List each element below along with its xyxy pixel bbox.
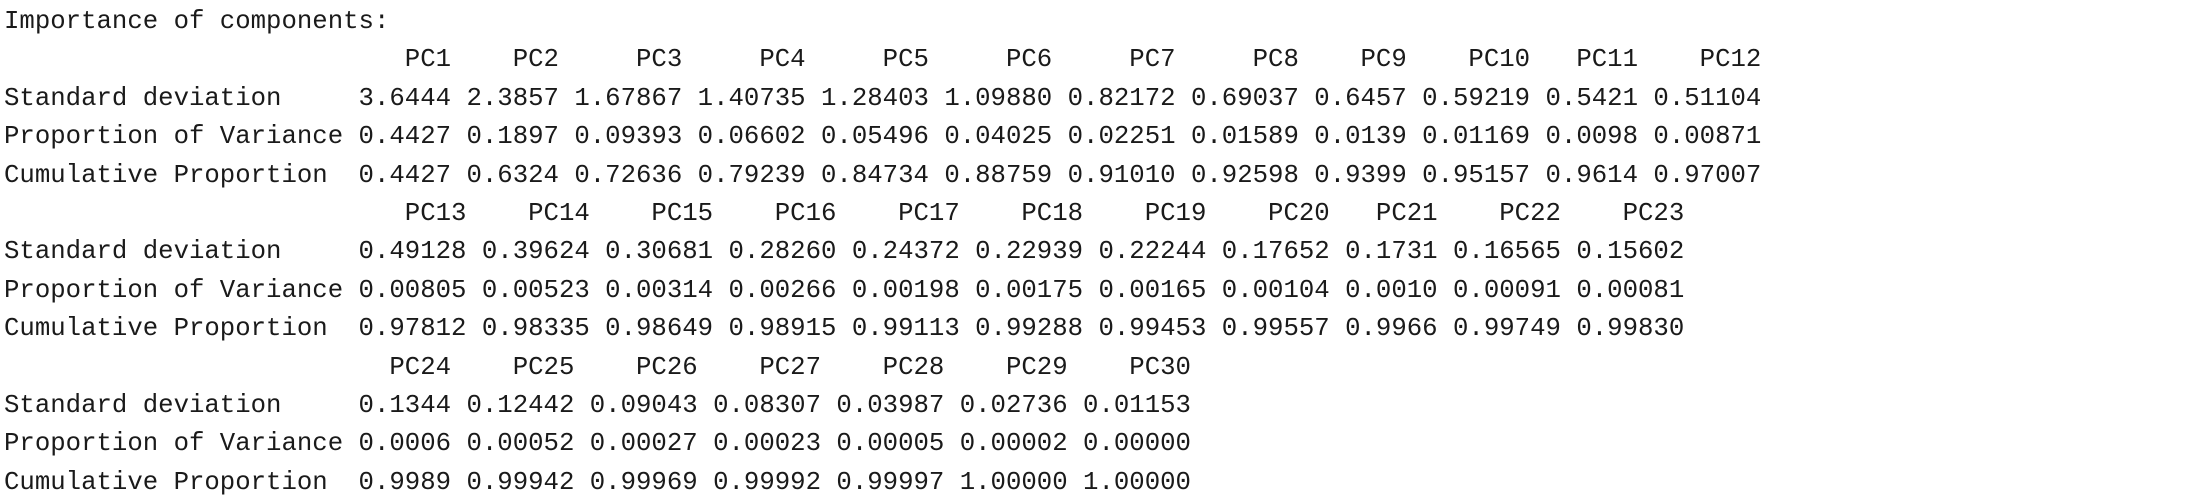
row-cumulative-proportion: Cumulative Proportion 0.9989 0.99942 0.9… [4,467,1191,497]
console-output: Importance of components: PC1 PC2 PC3 PC… [0,0,2197,497]
table-header-row: PC24 PC25 PC26 PC27 PC28 PC29 PC30 [4,352,1191,382]
summary-heading: Importance of components: [4,7,390,36]
table-header-row: PC13 PC14 PC15 PC16 PC17 PC18 PC19 PC20 … [4,198,1685,228]
row-proportion-of-variance: Proportion of Variance 0.4427 0.1897 0.0… [4,122,1762,152]
row-standard-deviation: Standard deviation 3.6444 2.3857 1.67867… [4,83,1762,113]
row-cumulative-proportion: Cumulative Proportion 0.4427 0.6324 0.72… [4,160,1762,190]
table-header-row: PC1 PC2 PC3 PC4 PC5 PC6 PC7 PC8 PC9 PC10… [4,45,1762,75]
importance-table: PC1 PC2 PC3 PC4 PC5 PC6 PC7 PC8 PC9 PC10… [4,41,2197,502]
row-proportion-of-variance: Proportion of Variance 0.0006 0.00052 0.… [4,429,1191,459]
row-cumulative-proportion: Cumulative Proportion 0.97812 0.98335 0.… [4,314,1685,344]
row-proportion-of-variance: Proportion of Variance 0.00805 0.00523 0… [4,275,1685,305]
row-standard-deviation: Standard deviation 0.1344 0.12442 0.0904… [4,390,1191,420]
row-standard-deviation: Standard deviation 0.49128 0.39624 0.306… [4,237,1685,267]
